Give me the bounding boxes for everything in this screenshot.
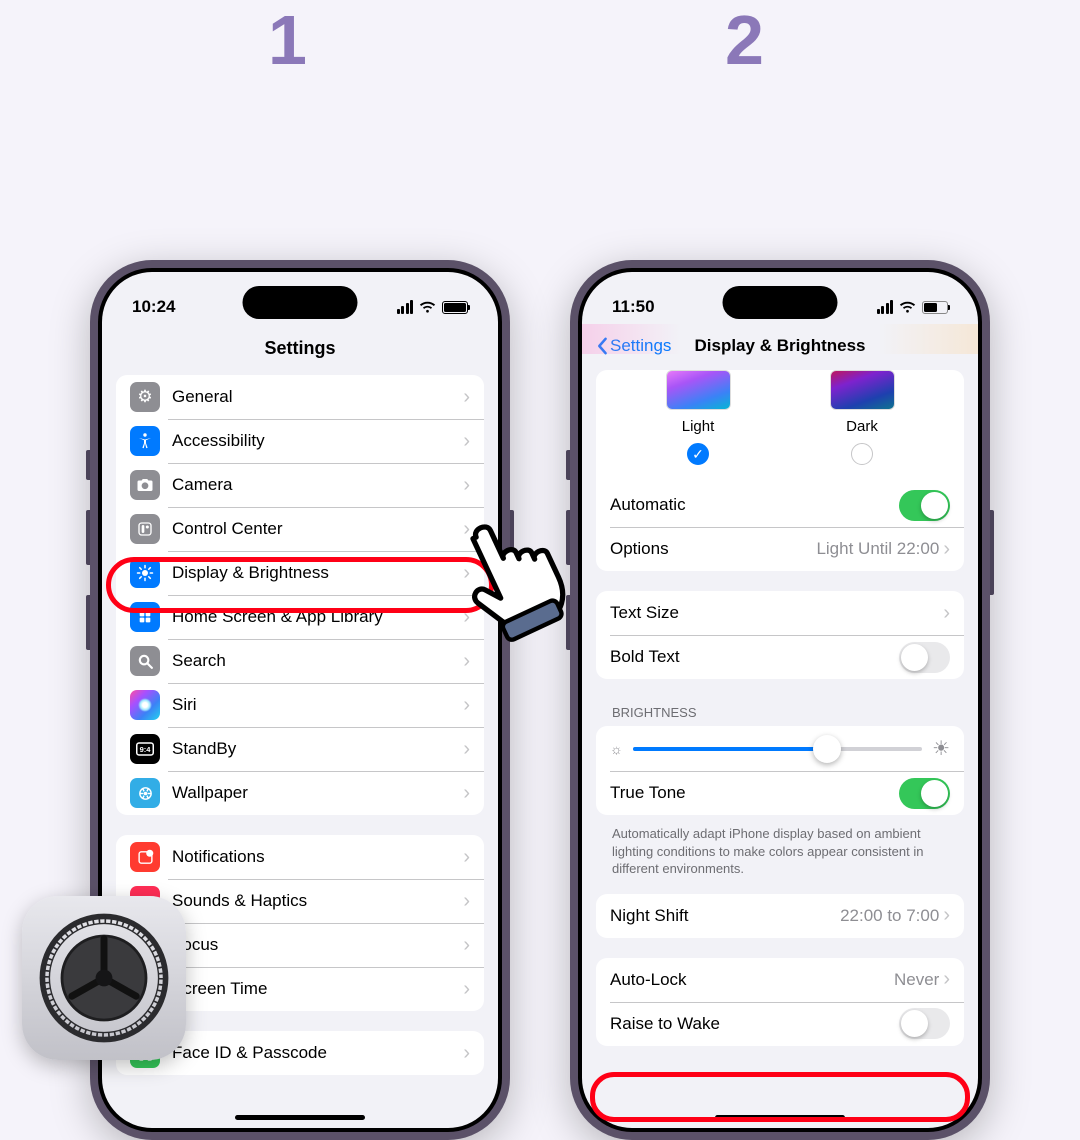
row-control-center[interactable]: Control Center› <box>116 507 484 551</box>
chevron-right-icon: › <box>943 968 950 991</box>
chevron-right-icon: › <box>463 782 470 805</box>
lock-group: Auto-LockNever› Raise to Wake <box>596 958 964 1046</box>
row-raise-to-wake[interactable]: Raise to Wake <box>596 1002 964 1046</box>
row-siri[interactable]: Siri› <box>116 683 484 727</box>
phone-mock-2: 11:50 Settings Display & Brightness Ligh… <box>570 260 990 1140</box>
display-brightness-icon <box>130 558 160 588</box>
text-group: Text Size› Bold Text <box>596 591 964 679</box>
row-options[interactable]: OptionsLight Until 22:00› <box>596 527 964 571</box>
chevron-right-icon: › <box>463 694 470 717</box>
status-time: 10:24 <box>132 297 175 317</box>
wallpaper-icon <box>130 778 160 808</box>
radio-dark[interactable] <box>851 443 873 465</box>
appearance-preview-dark <box>830 370 895 410</box>
row-notifications[interactable]: Notifications› <box>116 835 484 879</box>
chevron-right-icon: › <box>463 430 470 453</box>
row-accessibility[interactable]: Accessibility› <box>116 419 484 463</box>
row-home-screen[interactable]: Home Screen & App Library› <box>116 595 484 639</box>
accessibility-icon <box>130 426 160 456</box>
toggle-true-tone[interactable] <box>899 778 950 809</box>
row-search[interactable]: Search› <box>116 639 484 683</box>
row-display-brightness[interactable]: Display & Brightness› <box>116 551 484 595</box>
battery-icon <box>922 301 948 314</box>
true-tone-footer: Automatically adapt iPhone display based… <box>596 819 964 894</box>
chevron-right-icon: › <box>463 386 470 409</box>
chevron-right-icon: › <box>463 650 470 673</box>
control-center-icon <box>130 514 160 544</box>
home-indicator <box>715 1115 845 1120</box>
general-icon: ⚙︎ <box>130 382 160 412</box>
row-automatic[interactable]: Automatic <box>596 483 964 527</box>
siri-icon <box>130 690 160 720</box>
brightness-slider[interactable] <box>633 747 922 751</box>
toggle-raise-to-wake[interactable] <box>899 1008 950 1039</box>
appearance-preview-light <box>666 370 731 410</box>
chevron-left-icon <box>596 337 608 355</box>
appearance-group: Light ✓ Dark Automatic OptionsLight Unti… <box>596 370 964 571</box>
chevron-right-icon: › <box>943 904 950 927</box>
row-night-shift[interactable]: Night Shift22:00 to 7:00› <box>596 894 964 938</box>
section-brightness-header: BRIGHTNESS <box>596 699 964 726</box>
chevron-right-icon: › <box>463 978 470 1001</box>
chevron-right-icon: › <box>463 846 470 869</box>
night-shift-group: Night Shift22:00 to 7:00› <box>596 894 964 938</box>
row-auto-lock[interactable]: Auto-LockNever› <box>596 958 964 1002</box>
brightness-group: ☼ ☀︎ True Tone <box>596 726 964 815</box>
wifi-icon <box>899 301 916 314</box>
row-text-size[interactable]: Text Size› <box>596 591 964 635</box>
appearance-dark[interactable]: Dark <box>812 370 912 465</box>
notifications-icon <box>130 842 160 872</box>
row-camera[interactable]: Camera› <box>116 463 484 507</box>
row-brightness-slider[interactable]: ☼ ☀︎ <box>596 726 964 771</box>
row-bold-text[interactable]: Bold Text <box>596 635 964 679</box>
chevron-right-icon: › <box>943 602 950 625</box>
radio-light[interactable]: ✓ <box>687 443 709 465</box>
appearance-light[interactable]: Light ✓ <box>648 370 748 465</box>
chevron-right-icon: › <box>463 1042 470 1065</box>
cellular-icon <box>877 300 894 314</box>
settings-group-1: ⚙︎General› Accessibility› Camera› Contro… <box>116 375 484 815</box>
step-number-1: 1 <box>268 0 307 80</box>
chevron-right-icon: › <box>463 890 470 913</box>
toggle-bold-text[interactable] <box>899 642 950 673</box>
chevron-right-icon: › <box>943 538 950 561</box>
home-indicator <box>235 1115 365 1120</box>
toggle-automatic[interactable] <box>899 490 950 521</box>
camera-icon <box>130 470 160 500</box>
row-wallpaper[interactable]: Wallpaper› <box>116 771 484 815</box>
home-screen-icon <box>130 602 160 632</box>
chevron-right-icon: › <box>463 738 470 761</box>
row-general[interactable]: ⚙︎General› <box>116 375 484 419</box>
svg-text:9:4: 9:4 <box>140 745 152 754</box>
cellular-icon <box>397 300 414 314</box>
row-standby[interactable]: 9:4StandBy› <box>116 727 484 771</box>
nav-bar: Settings Display & Brightness <box>582 330 978 370</box>
status-time: 11:50 <box>612 297 655 317</box>
standby-icon: 9:4 <box>130 734 160 764</box>
page-title: Settings <box>102 330 498 375</box>
row-true-tone[interactable]: True Tone <box>596 771 964 815</box>
step-number-2: 2 <box>725 0 764 80</box>
chevron-right-icon: › <box>463 934 470 957</box>
pointer-hand-icon <box>450 485 590 645</box>
back-button[interactable]: Settings <box>596 336 671 356</box>
wifi-icon <box>419 301 436 314</box>
sun-large-icon: ☀︎ <box>932 736 950 761</box>
settings-app-icon <box>22 896 186 1060</box>
dynamic-island <box>723 286 838 319</box>
battery-icon <box>442 301 468 314</box>
search-icon <box>130 646 160 676</box>
sun-small-icon: ☼ <box>610 741 623 757</box>
dynamic-island <box>243 286 358 319</box>
